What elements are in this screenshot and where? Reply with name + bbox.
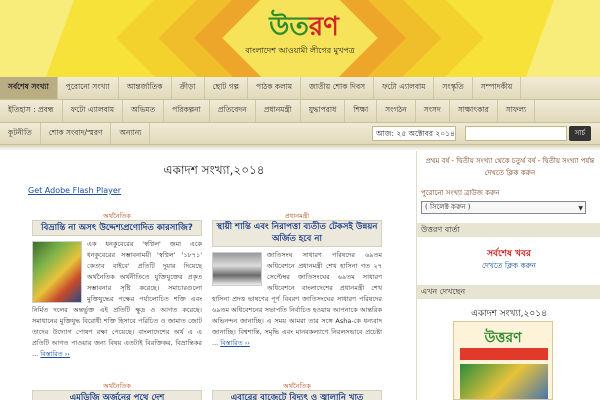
- current-date: আজ: ২৫ অক্টোবর ২০১৪: [372, 126, 456, 141]
- page-title: একাদশ সংখ্যা,২০১৪: [163, 163, 265, 177]
- archive-label: পুরোনো সংখ্যা ব্রাউজ করুন: [421, 189, 500, 197]
- cover-logo: উত্তরণ: [484, 330, 522, 346]
- article-thumbnail[interactable]: [212, 252, 262, 286]
- issue-cover-image[interactable]: উত্তরণ: [453, 321, 553, 400]
- article-card: অর্থনৈতিক এমডিজি অর্জনের পথে দেশ: [32, 381, 202, 400]
- sidebar-heading: উত্তরণ বার্তা: [417, 223, 600, 237]
- article-title[interactable]: স্থায়ী শান্তি এবং নিরাপত্তা ব্যতীত টেকস…: [212, 220, 382, 247]
- cover-picture: [460, 364, 548, 399]
- nav-item[interactable]: জাতীয় শোক দিবস: [301, 77, 375, 99]
- chevron-down-icon: ▼: [578, 205, 583, 212]
- article-category[interactable]: অর্থনৈতিক: [32, 211, 202, 220]
- nav-item[interactable]: প্রতিবেদন: [210, 100, 256, 122]
- nav-item[interactable]: শোক সংবাদ/স্মরণ: [41, 123, 112, 144]
- article-category[interactable]: প্রধানমন্ত্রী: [212, 211, 382, 220]
- read-more-link[interactable]: বিস্তারিত ››: [220, 339, 250, 347]
- current-issue-title[interactable]: একাদশ সংখ্যা,২০১৪: [417, 306, 600, 321]
- article-card: অর্থনৈতিক এবারের বাজেটে বিদ্যুৎ ও জ্বালা…: [212, 381, 382, 400]
- nav-item[interactable]: সংসদ: [416, 100, 450, 122]
- category-nav: ইতিহাস : প্রবন্ধ ফটো এ্যালবাম অভিমত পরিক…: [0, 100, 600, 123]
- search-button[interactable]: সার্চ: [569, 126, 591, 141]
- sidebar-heading: এখন দেখছেন: [417, 285, 600, 299]
- nav-item[interactable]: অভিমত: [123, 100, 165, 122]
- nav-item[interactable]: প্রধানমন্ত্রী: [256, 100, 301, 122]
- banner-stripe: [0, 0, 75, 77]
- article-title[interactable]: এবারের বাজেটে বিদ্যুৎ ও জ্বালানি খাত: [212, 390, 382, 400]
- main-content: একাদশ সংখ্যা,২০১৪ Get Adobe Flash Player…: [22, 151, 406, 400]
- flash-player-link[interactable]: Get Adobe Flash Player: [28, 186, 121, 195]
- nav-item[interactable]: শিক্ষা: [345, 100, 378, 122]
- archive-select-value: ( সিলেক্ট করুন ): [425, 203, 471, 211]
- nav-item[interactable]: কূটনীতি: [0, 123, 41, 144]
- nav-item[interactable]: আন্তর্জাতিক: [119, 77, 172, 99]
- archive-select[interactable]: ( সিলেক্ট করুন ) ▼: [421, 201, 586, 214]
- article-thumbnail[interactable]: [32, 241, 82, 303]
- sidebar: প্রথম বর্ষ - দ্বিতীয় সংখ্যা থেকে চতুর্থ…: [416, 151, 600, 400]
- archive-range-link[interactable]: প্রথম বর্ষ - দ্বিতীয় সংখ্যা থেকে চতুর্থ…: [421, 155, 599, 179]
- article-title[interactable]: এমডিজি অর্জনের পথে দেশ: [32, 390, 202, 400]
- nav-item[interactable]: ছোট গল্প: [205, 77, 249, 99]
- nav-item[interactable]: পরিকল্পনা: [164, 100, 210, 122]
- nav-item[interactable]: যুদ্ধাপরাধ: [301, 100, 346, 122]
- latest-news-link[interactable]: সর্বশেষ খবর: [417, 246, 600, 261]
- article-card: অর্থনৈতিক বিভ্রান্তি না অসৎ উদ্দেশ্যপ্রণ…: [32, 211, 202, 360]
- site-tagline: বাংলাদেশ আওয়ামী লীগের মুখপত্র: [245, 46, 355, 55]
- nav-item[interactable]: সাফল্য: [498, 100, 536, 122]
- article-excerpt: জাতিসংঘ সাধারণ পরিষদের ৬৯তম অধিবেশনে প্র…: [212, 250, 382, 349]
- nav-item[interactable]: ফটো এ্যালবাম: [374, 77, 435, 99]
- main-nav: সর্বশেষ সংখ্যা পুরোনো সংখ্যা আন্তর্জাতিক…: [0, 77, 600, 100]
- nav-item[interactable]: সর্বশেষ সংখ্যা: [0, 77, 58, 99]
- article-card: প্রধানমন্ত্রী স্থায়ী শান্তি এবং নিরাপত্…: [212, 211, 382, 349]
- nav-item[interactable]: অন্যান্য: [111, 123, 151, 144]
- nav-item[interactable]: ইতিহাস : প্রবন্ধ: [0, 100, 63, 122]
- latest-news-click[interactable]: দেখতে ক্লিক করুন: [417, 261, 600, 273]
- article-title[interactable]: বিভ্রান্তি না অসৎ উদ্দেশ্যপ্রণোদিত কারসা…: [32, 220, 202, 236]
- read-more-link[interactable]: বিস্তারিত ››: [40, 350, 70, 358]
- nav-item[interactable]: সংস্কৃতি: [434, 77, 473, 99]
- article-category[interactable]: অর্থনৈতিক: [212, 381, 382, 390]
- cover-banner: [460, 348, 548, 360]
- article-category[interactable]: অর্থনৈতিক: [32, 381, 202, 390]
- logo-part-1: উত: [269, 12, 309, 42]
- nav-item[interactable]: সংগঠন: [377, 100, 416, 122]
- article-excerpt: এক ধনকুবেরের 'স্বপ্নিল' জমা একে ধনকুবেরে…: [32, 239, 202, 360]
- site-logo[interactable]: উতরণ: [264, 12, 344, 42]
- nav-item[interactable]: ফটো এ্যালবাম: [63, 100, 124, 122]
- nav-item[interactable]: সাক্ষাৎকার: [450, 100, 498, 122]
- logo-part-2: রণ: [308, 12, 339, 42]
- banner-stripe: [525, 0, 600, 77]
- nav-item[interactable]: পাঠক কলাম: [248, 77, 302, 99]
- search-input[interactable]: [465, 126, 567, 141]
- nav-item[interactable]: পুরোনো সংখ্যা: [58, 77, 119, 99]
- nav-item[interactable]: ক্রীড়া: [172, 77, 205, 99]
- header-banner: উতরণ বাংলাদেশ আওয়ামী লীগের মুখপত্র: [0, 0, 600, 77]
- nav-item[interactable]: সম্পাদকীয়: [473, 77, 522, 99]
